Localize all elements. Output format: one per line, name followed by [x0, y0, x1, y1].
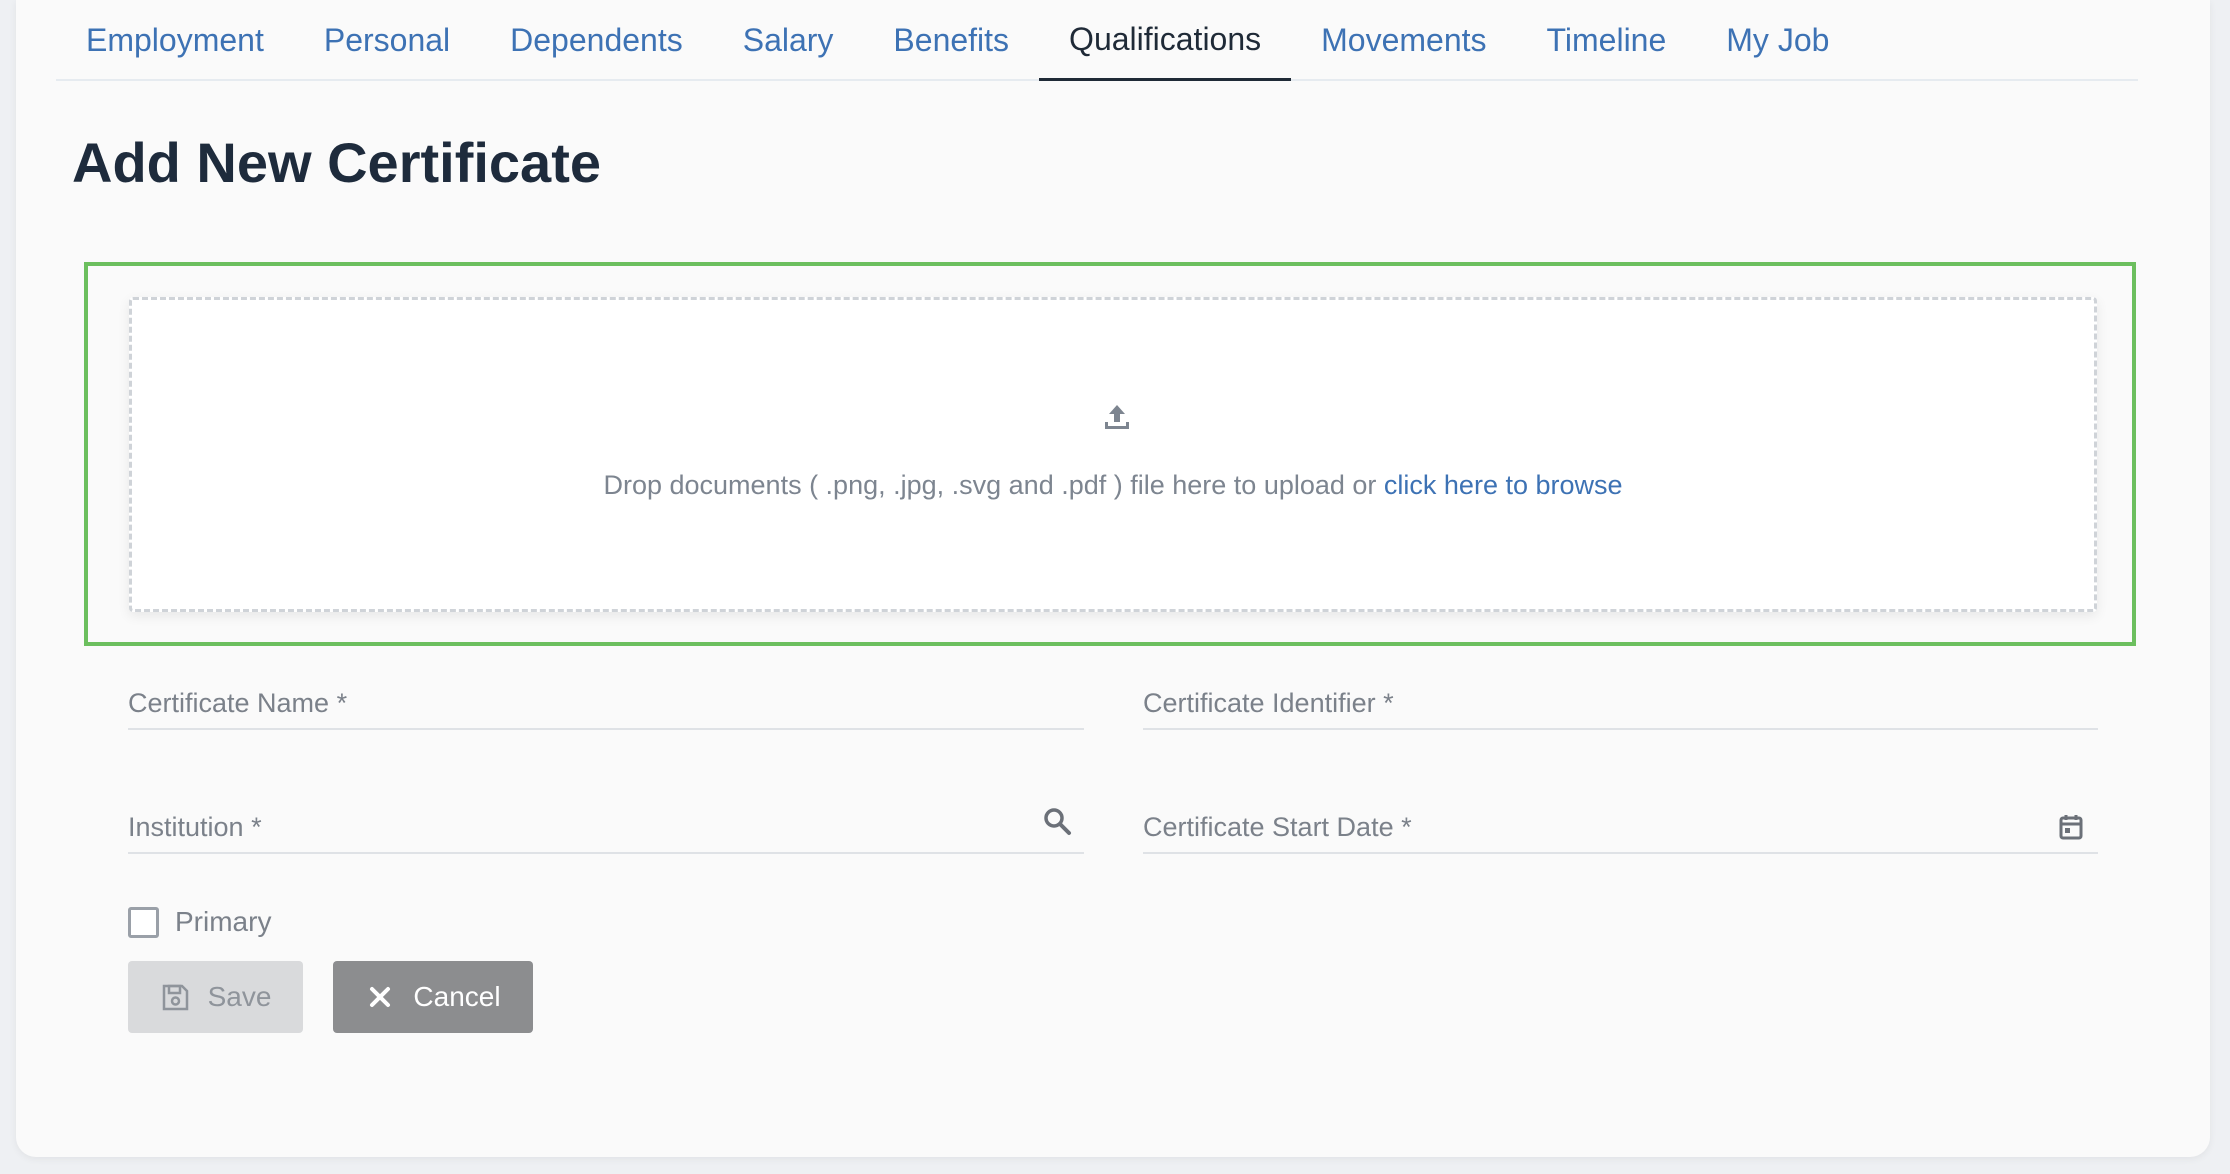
- certificate-name-field[interactable]: Certificate Name *: [128, 678, 1084, 730]
- file-dropzone[interactable]: Drop documents ( .png, .jpg, .svg and .p…: [129, 297, 2097, 612]
- cancel-label: Cancel: [413, 981, 501, 1012]
- primary-checkbox-row: Primary: [128, 906, 271, 938]
- save-button[interactable]: Save: [128, 961, 303, 1033]
- profile-tabs: Employment Personal Dependents Salary Be…: [56, 0, 2138, 81]
- page-title: Add New Certificate: [72, 131, 601, 194]
- close-icon: [370, 987, 391, 1007]
- tab-personal[interactable]: Personal: [294, 0, 480, 81]
- tab-employment[interactable]: Employment: [56, 0, 294, 81]
- search-icon[interactable]: [1042, 806, 1072, 836]
- certificate-identifier-label: Certificate Identifier *: [1143, 688, 1394, 718]
- institution-field[interactable]: Institution *: [128, 802, 1084, 854]
- save-label: Save: [207, 981, 272, 1012]
- tab-my-job[interactable]: My Job: [1696, 0, 1859, 81]
- primary-checkbox[interactable]: [128, 906, 159, 938]
- primary-label: Primary: [175, 906, 272, 937]
- save-icon: [162, 984, 188, 1011]
- institution-label: Institution *: [128, 812, 262, 842]
- certificate-identifier-field[interactable]: Certificate Identifier *: [1143, 678, 2098, 730]
- start-date-field[interactable]: Certificate Start Date *: [1143, 802, 2098, 854]
- tab-movements[interactable]: Movements: [1291, 0, 1516, 81]
- dropzone-text: Drop documents ( .png, .jpg, .svg and .p…: [132, 470, 2094, 501]
- tab-qualifications[interactable]: Qualifications: [1039, 0, 1292, 81]
- start-date-label: Certificate Start Date *: [1143, 812, 1412, 842]
- tab-benefits[interactable]: Benefits: [863, 0, 1039, 81]
- cancel-button[interactable]: Cancel: [333, 961, 533, 1033]
- tab-dependents[interactable]: Dependents: [480, 0, 713, 81]
- upload-icon: [1105, 405, 1129, 429]
- dropzone-instructions: Drop documents ( .png, .jpg, .svg and .p…: [603, 470, 1384, 500]
- tab-salary[interactable]: Salary: [713, 0, 864, 81]
- calendar-icon[interactable]: [2056, 812, 2086, 842]
- tab-timeline[interactable]: Timeline: [1517, 0, 1697, 81]
- browse-link[interactable]: click here to browse: [1384, 470, 1623, 500]
- certificate-name-label: Certificate Name *: [128, 688, 348, 718]
